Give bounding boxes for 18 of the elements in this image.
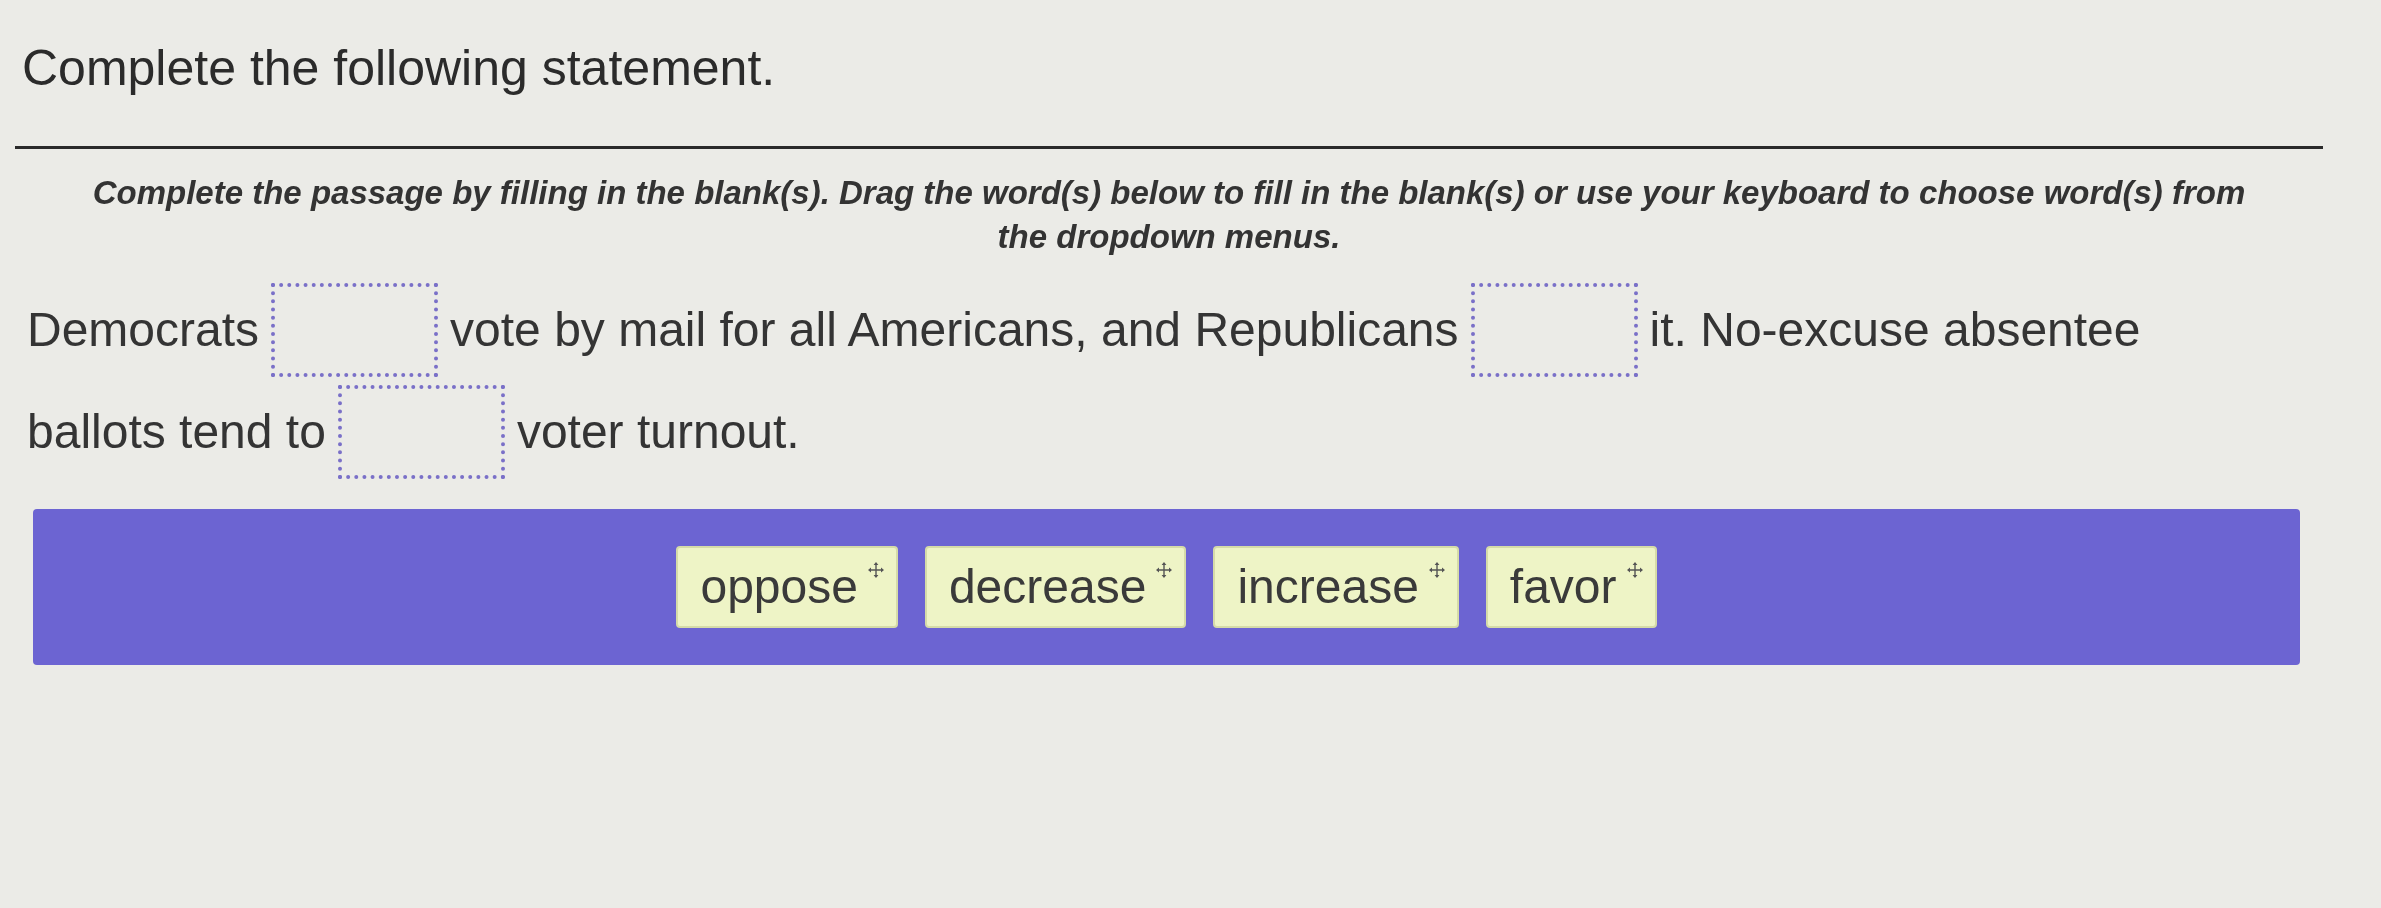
blank-drop-box[interactable] [337,385,505,479]
passage-text: ballots tend to [27,404,326,460]
passage-text: vote by mail for all Americans, and Republicans [450,302,1459,358]
move-arrows-icon [867,562,884,578]
word-chip[interactable]: favor [1485,546,1657,628]
move-arrows-icon [1428,562,1445,578]
passage-text: voter turnout. [516,404,800,460]
move-arrows-icon [1156,562,1173,578]
word-chip[interactable]: oppose [676,546,898,628]
blank-drop-box[interactable] [1470,283,1638,377]
word-chip[interactable]: decrease [924,546,1187,628]
blank-drop-box[interactable] [271,283,439,377]
move-arrows-icon [1626,562,1643,578]
question-title: Complete the following statement. [22,40,776,96]
passage-text: Democrats [27,302,260,358]
word-chip[interactable]: increase [1213,546,1459,628]
instructions-text: Complete the passage by filling in the blank(s). Drag the word(s) below to fill in the blank(s) or use your keyboard to choose word(s) from the dropdown menus. [91,173,2247,257]
passage-text: it. No-excuse absentee [1649,302,2141,358]
